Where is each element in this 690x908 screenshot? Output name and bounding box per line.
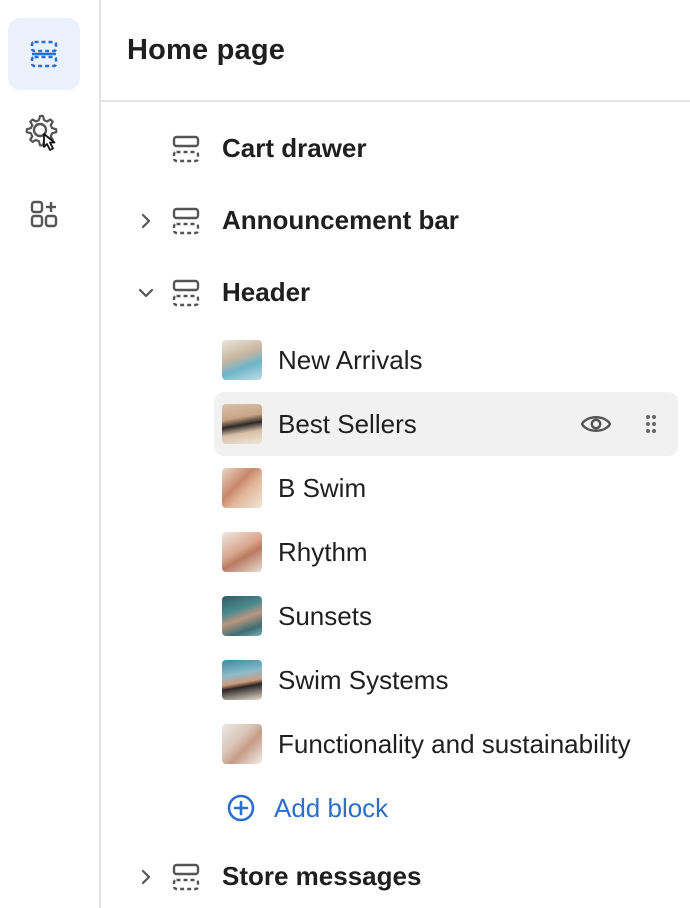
block-functionality-and-sustainability[interactable]: Functionality and sustainability	[214, 712, 678, 776]
block-rhythm[interactable]: Rhythm	[214, 520, 678, 584]
section-label: Header	[222, 277, 311, 307]
block-thumbnail	[222, 724, 262, 764]
block-label: Swim Systems	[278, 665, 449, 695]
section-header[interactable]: Header	[101, 274, 690, 312]
block-thumbnail	[222, 532, 262, 572]
block-label: Functionality and sustainability	[278, 729, 631, 759]
add-block-label: Add block	[274, 792, 389, 823]
block-label: Rhythm	[278, 537, 368, 567]
section-announcement-bar[interactable]: Announcement bar	[101, 202, 690, 240]
chevron-right-icon[interactable]	[137, 212, 155, 230]
eye-icon[interactable]	[580, 410, 612, 438]
icon-rail	[0, 0, 101, 908]
block-thumbnail	[222, 468, 262, 508]
block-sunsets[interactable]: Sunsets	[214, 584, 678, 648]
block-swim-systems[interactable]: Swim Systems	[214, 648, 678, 712]
panel-header: Home page	[101, 0, 690, 102]
block-label: Sunsets	[278, 601, 372, 631]
section-icon	[172, 279, 200, 307]
app-blocks-icon	[30, 200, 58, 228]
theme-settings-rail-button[interactable]	[8, 98, 80, 170]
section-label: Announcement bar	[222, 205, 459, 235]
section-icon	[172, 207, 200, 235]
drag-handle-icon[interactable]	[644, 414, 658, 434]
block-thumbnail	[222, 660, 262, 700]
block-thumbnail	[222, 596, 262, 636]
block-label: B Swim	[278, 473, 367, 503]
add-block-button[interactable]: Add block	[226, 776, 388, 840]
section-icon	[172, 863, 200, 891]
settings-icon	[25, 114, 58, 151]
block-thumbnail	[222, 404, 262, 444]
section-store-messages[interactable]: Store messages	[101, 858, 690, 896]
chevron-down-icon[interactable]	[137, 284, 155, 302]
block-b-swim[interactable]: B Swim	[214, 456, 678, 520]
block-thumbnail	[222, 340, 262, 380]
section-label: Store messages	[222, 861, 422, 891]
block-new-arrivals[interactable]: New Arrivals	[214, 328, 678, 392]
app-blocks-rail-button[interactable]	[8, 178, 80, 250]
section-icon	[172, 135, 200, 163]
block-best-sellers[interactable]: Best Sellers	[214, 392, 678, 456]
block-label: Best Sellers	[278, 409, 417, 439]
sections-rail-button[interactable]	[8, 18, 80, 90]
plus-circle-icon	[227, 794, 255, 822]
section-label: Cart drawer	[222, 133, 367, 163]
chevron-right-icon[interactable]	[137, 868, 155, 886]
sections-icon	[30, 40, 58, 68]
sections-panel: Home page Cart drawer Announcement bar H…	[101, 0, 690, 908]
page-title: Home page	[127, 33, 286, 66]
block-label: New Arrivals	[278, 345, 423, 375]
section-cart-drawer[interactable]: Cart drawer	[101, 130, 690, 168]
